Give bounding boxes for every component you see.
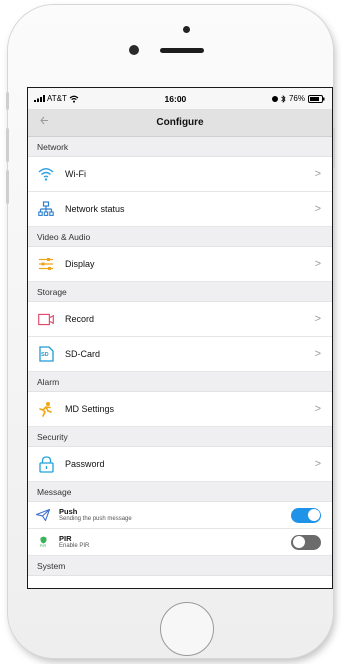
password-label: Password: [65, 459, 105, 469]
pir-subtitle: Enable PIR: [59, 542, 90, 549]
push-toggle[interactable]: [291, 507, 321, 523]
front-sensor: [183, 26, 190, 33]
toggle-knob: [307, 509, 320, 521]
chevron-right-icon: >: [314, 458, 321, 470]
signal-icon: [34, 95, 45, 102]
wifi-status-icon: [69, 95, 79, 103]
wifi-icon: [38, 166, 54, 182]
volume-down-button: [6, 170, 9, 204]
chevron-right-icon: >: [314, 258, 321, 270]
back-arrow-icon[interactable]: [40, 116, 49, 125]
display-row[interactable]: Display >: [28, 247, 332, 282]
status-time: 16:00: [164, 93, 187, 104]
pir-title: PIR: [59, 533, 72, 543]
status-right: 76%: [271, 94, 325, 103]
chevron-right-icon: >: [314, 203, 321, 215]
sliders-icon: [38, 256, 54, 272]
section-header-alarm: Alarm: [28, 372, 332, 392]
network-status-row[interactable]: Network status >: [28, 192, 332, 227]
front-camera: [129, 45, 139, 55]
paper-plane-icon: [36, 507, 50, 523]
battery-percent: 76%: [288, 94, 305, 103]
bluetooth-icon: [281, 94, 286, 103]
motion-detect-icon: [38, 401, 54, 417]
status-bar: AT&T 16:00 76%: [28, 88, 332, 109]
lock-icon: [38, 455, 54, 473]
earpiece-speaker: [160, 48, 204, 53]
section-header-security: Security: [28, 427, 332, 447]
section-header-system: System: [28, 556, 332, 576]
push-row: Push Sending the push message: [28, 502, 332, 529]
silent-switch: [6, 92, 9, 110]
alarm-clock-icon: [271, 95, 278, 102]
chevron-right-icon: >: [314, 313, 321, 325]
screen: AT&T 16:00 76% Configure Network Wi-Fi >…: [27, 87, 333, 589]
md-settings-label: MD Settings: [65, 404, 115, 414]
navigation-bar: Configure: [28, 109, 332, 137]
md-settings-row[interactable]: MD Settings >: [28, 392, 332, 427]
toggle-knob: [292, 536, 305, 548]
sd-card-icon-text: SD: [41, 352, 49, 358]
section-header-video-audio: Video & Audio: [28, 227, 332, 247]
push-subtitle: Sending the push message: [59, 515, 132, 522]
chevron-right-icon: >: [314, 348, 321, 360]
record-row[interactable]: Record >: [28, 302, 332, 337]
pir-toggle[interactable]: [291, 534, 321, 550]
volume-up-button: [6, 128, 9, 162]
page-title: Configure: [156, 117, 204, 128]
pir-icon-text: PIR: [39, 543, 47, 548]
push-title: Push: [59, 506, 78, 516]
video-camera-icon: [38, 311, 54, 327]
password-row[interactable]: Password >: [28, 447, 332, 482]
sd-card-icon: SD: [38, 346, 54, 362]
section-header-network: Network: [28, 137, 332, 157]
display-label: Display: [65, 259, 95, 269]
chevron-right-icon: >: [314, 168, 321, 180]
network-tree-icon: [38, 201, 54, 217]
battery-icon: [308, 94, 325, 103]
wifi-row[interactable]: Wi-Fi >: [28, 157, 332, 192]
record-label: Record: [65, 314, 95, 324]
pir-sensor-icon: PIR: [36, 534, 50, 550]
network-status-label: Network status: [65, 204, 125, 214]
home-button[interactable]: [160, 602, 214, 656]
carrier-name: AT&T: [47, 94, 67, 103]
status-left: AT&T: [34, 94, 79, 103]
pir-row: PIR PIR Enable PIR: [28, 529, 332, 556]
chevron-right-icon: >: [314, 403, 321, 415]
sd-card-label: SD-Card: [65, 349, 101, 359]
section-header-message: Message: [28, 482, 332, 502]
section-header-storage: Storage: [28, 282, 332, 302]
sd-card-row[interactable]: SD SD-Card >: [28, 337, 332, 372]
wifi-label: Wi-Fi: [65, 169, 86, 179]
